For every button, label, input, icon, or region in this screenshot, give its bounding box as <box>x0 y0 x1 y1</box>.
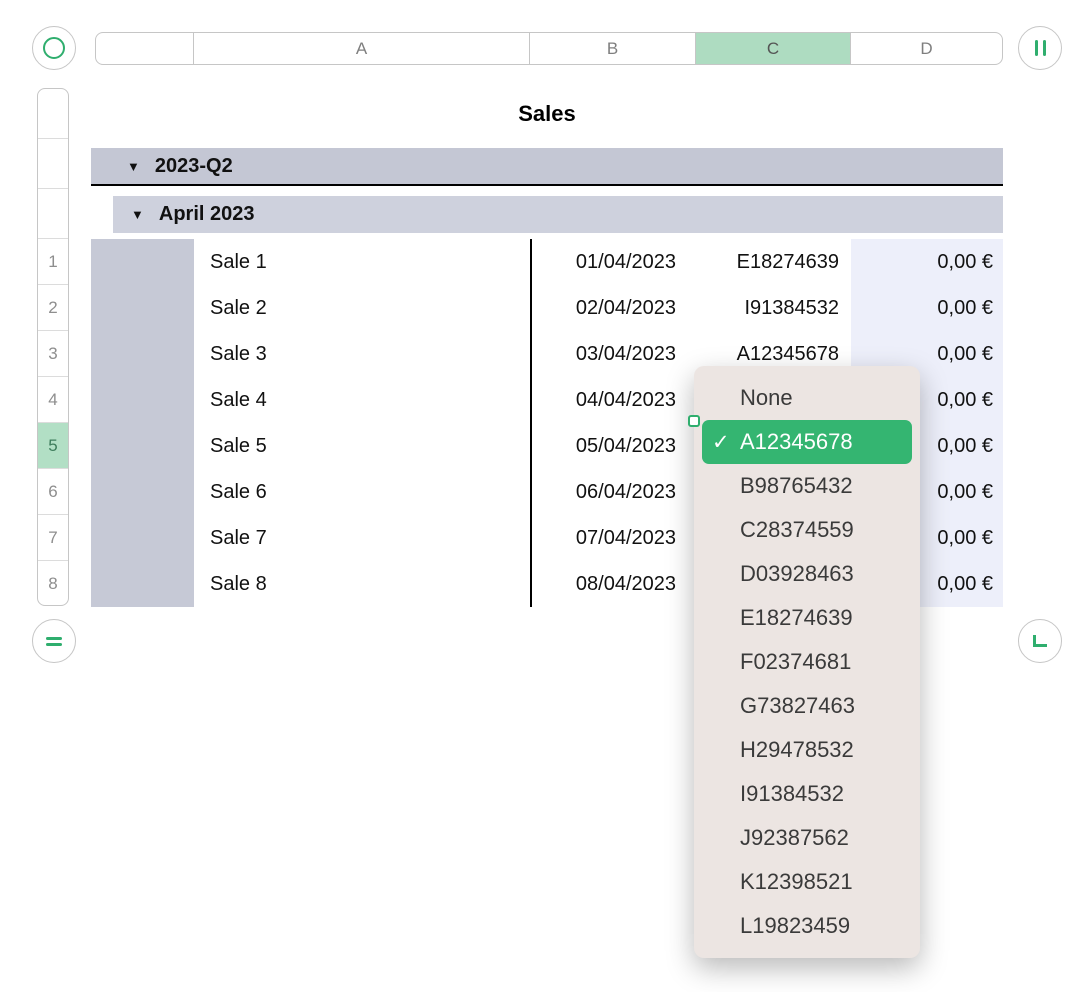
row-header-blank[interactable] <box>38 89 68 139</box>
cell-value[interactable]: 0,00 € <box>851 239 1003 285</box>
dropdown-option[interactable]: G73827463 <box>702 684 912 728</box>
row-header-1[interactable]: 1 <box>38 239 68 285</box>
cell-date[interactable]: 06/04/2023 <box>530 469 696 515</box>
column-header-corner[interactable] <box>96 33 194 64</box>
group-row-quarter[interactable]: ▼ 2023-Q2 <box>91 148 1003 186</box>
cell-date[interactable]: 07/04/2023 <box>530 515 696 561</box>
check-icon: ✓ <box>712 430 730 454</box>
row-header-7[interactable]: 7 <box>38 515 68 561</box>
row-indent-cell <box>91 515 194 561</box>
circle-icon <box>43 37 65 59</box>
row-header-2[interactable]: 2 <box>38 285 68 331</box>
column-header-a[interactable]: A <box>194 33 530 64</box>
row-indent-cell <box>91 423 194 469</box>
corner-resize-icon <box>1033 635 1047 647</box>
equals-icon <box>46 634 62 649</box>
cell-date[interactable]: 04/04/2023 <box>530 377 696 423</box>
cell-sale-name[interactable]: Sale 6 <box>194 469 530 515</box>
disclosure-triangle-icon[interactable]: ▼ <box>131 207 144 222</box>
column-header-d[interactable]: D <box>851 33 1002 64</box>
row-header-blank[interactable] <box>38 139 68 189</box>
cell-code[interactable]: E18274639 <box>696 239 851 285</box>
group-quarter-label: 2023-Q2 <box>154 154 233 177</box>
column-options-button[interactable] <box>1018 26 1062 70</box>
code-dropdown-menu: None ✓ A12345678 B98765432 C28374559 D03… <box>694 366 920 958</box>
cell-sale-name[interactable]: Sale 7 <box>194 515 530 561</box>
row-header-8[interactable]: 8 <box>38 561 68 605</box>
cell-date[interactable]: 01/04/2023 <box>530 239 696 285</box>
select-all-button[interactable] <box>32 26 76 70</box>
dropdown-option[interactable]: F02374681 <box>702 640 912 684</box>
row-header-6[interactable]: 6 <box>38 469 68 515</box>
dropdown-option-label: A12345678 <box>740 429 853 454</box>
row-indent-cell <box>91 331 194 377</box>
dropdown-option[interactable]: C28374559 <box>702 508 912 552</box>
row-indent-cell <box>91 239 194 285</box>
disclosure-triangle-icon[interactable]: ▼ <box>127 159 140 174</box>
cell-date[interactable]: 02/04/2023 <box>530 285 696 331</box>
popup-cell-handle[interactable] <box>688 415 700 427</box>
dropdown-option[interactable]: D03928463 <box>702 552 912 596</box>
group-row-month[interactable]: ▼ April 2023 <box>113 196 1003 233</box>
dropdown-option-selected[interactable]: ✓ A12345678 <box>702 420 912 464</box>
dropdown-option[interactable]: K12398521 <box>702 860 912 904</box>
cell-sale-name[interactable]: Sale 1 <box>194 239 530 285</box>
group-month-label: April 2023 <box>158 203 255 225</box>
cell-sale-name[interactable]: Sale 2 <box>194 285 530 331</box>
cell-sale-name[interactable]: Sale 8 <box>194 561 530 607</box>
table-row: Sale 1 01/04/2023 E18274639 0,00 € <box>91 239 1003 285</box>
dropdown-option[interactable]: E18274639 <box>702 596 912 640</box>
cell-value[interactable]: 0,00 € <box>851 285 1003 331</box>
dropdown-option[interactable]: H29478532 <box>702 728 912 772</box>
table-title: Sales <box>518 101 576 126</box>
row-indent-cell <box>91 469 194 515</box>
dropdown-option[interactable]: L19823459 <box>702 904 912 948</box>
row-header-4[interactable]: 4 <box>38 377 68 423</box>
cell-sale-name[interactable]: Sale 3 <box>194 331 530 377</box>
cell-date[interactable]: 08/04/2023 <box>530 561 696 607</box>
column-header-c[interactable]: C <box>696 33 851 64</box>
row-indent-cell <box>91 285 194 331</box>
table-row: Sale 2 02/04/2023 I91384532 0,00 € <box>91 285 1003 331</box>
dropdown-option[interactable]: None <box>702 376 912 420</box>
row-options-button[interactable] <box>32 619 76 663</box>
dropdown-option[interactable]: I91384532 <box>702 772 912 816</box>
cell-code[interactable]: I91384532 <box>696 285 851 331</box>
column-header-b[interactable]: B <box>530 33 696 64</box>
row-header-5[interactable]: 5 <box>38 423 68 469</box>
resize-table-button[interactable] <box>1018 619 1062 663</box>
cell-date[interactable]: 05/04/2023 <box>530 423 696 469</box>
row-header-3[interactable]: 3 <box>38 331 68 377</box>
dropdown-option[interactable]: B98765432 <box>702 464 912 508</box>
pause-bars-icon <box>1034 40 1046 56</box>
row-header-blank[interactable] <box>38 189 68 239</box>
column-header-bar: A B C D <box>95 32 1003 65</box>
row-indent-cell <box>91 561 194 607</box>
cell-date[interactable]: 03/04/2023 <box>530 331 696 377</box>
dropdown-option[interactable]: J92387562 <box>702 816 912 860</box>
cell-sale-name[interactable]: Sale 4 <box>194 377 530 423</box>
row-indent-cell <box>91 377 194 423</box>
cell-sale-name[interactable]: Sale 5 <box>194 423 530 469</box>
row-number-strip: 1 2 3 4 5 6 7 8 <box>37 88 69 606</box>
